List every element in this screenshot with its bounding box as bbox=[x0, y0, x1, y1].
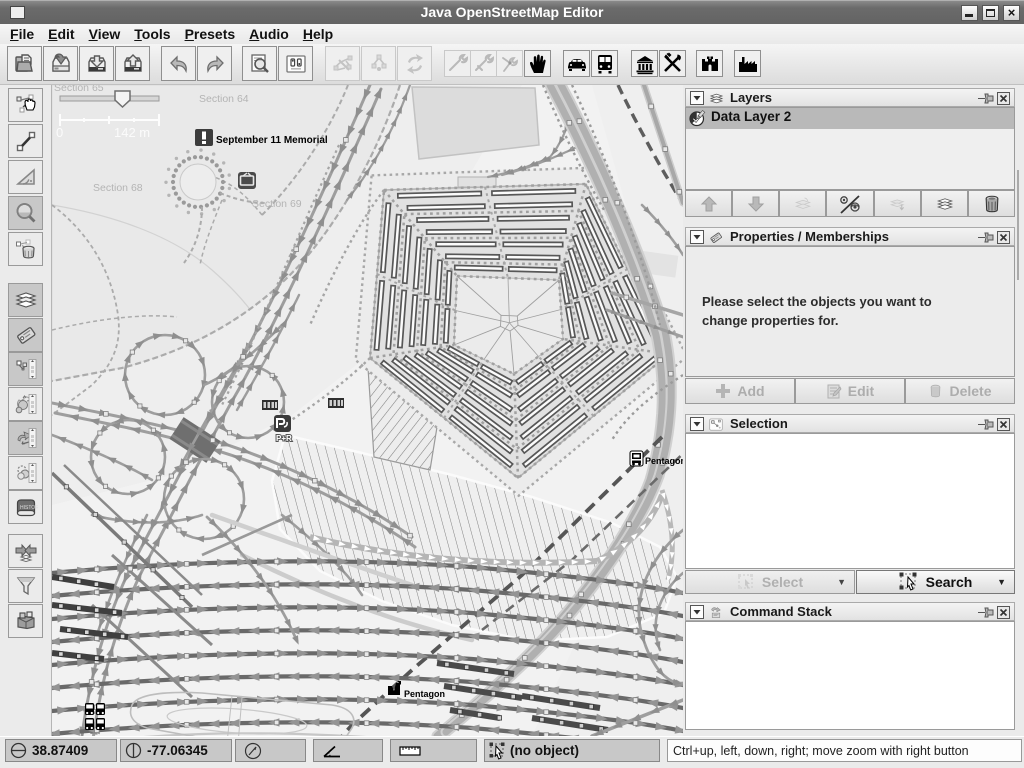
svg-text:Pentagon: Pentagon bbox=[645, 456, 683, 466]
svg-text:HISTORY: HISTORY bbox=[20, 505, 38, 511]
svg-text:P+R: P+R bbox=[276, 434, 292, 443]
svg-text:September 11 Memorial: September 11 Memorial bbox=[216, 135, 328, 146]
svg-text:142 m: 142 m bbox=[114, 125, 150, 140]
svg-text:0: 0 bbox=[56, 125, 63, 140]
svg-text:Section 68: Section 68 bbox=[93, 182, 143, 194]
svg-text:Pentagon: Pentagon bbox=[404, 689, 445, 699]
svg-text:Section 64: Section 64 bbox=[199, 93, 249, 105]
svg-text:Section 69: Section 69 bbox=[252, 198, 302, 210]
svg-text:Section 65: Section 65 bbox=[54, 85, 104, 94]
